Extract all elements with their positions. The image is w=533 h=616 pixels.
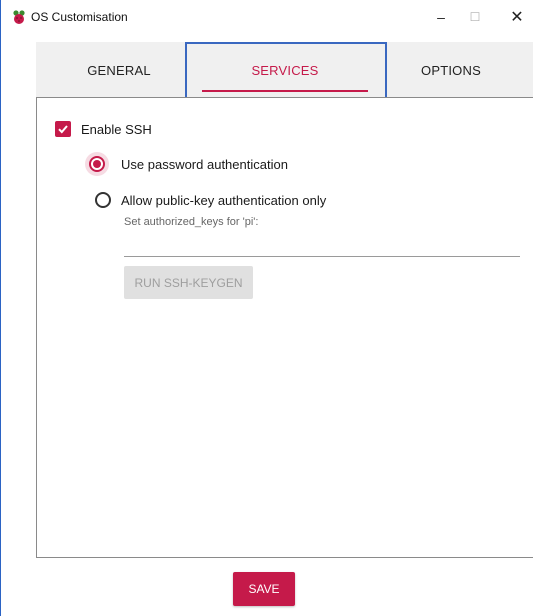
save-button[interactable]: SAVE [233, 572, 295, 606]
password-auth-radio[interactable] [89, 156, 105, 172]
enable-ssh-checkbox[interactable] [55, 121, 71, 137]
authorized-keys-field[interactable] [124, 236, 520, 257]
title-bar: OS Customisation – ☐ ✕ [1, 0, 533, 34]
close-button[interactable]: ✕ [497, 0, 533, 34]
authorized-keys-label: Set authorized_keys for 'pi': [124, 216, 259, 228]
password-auth-label: Use password authentication [121, 157, 288, 172]
os-customisation-window: OS Customisation – ☐ ✕ GENERAL SERVICES … [0, 0, 533, 616]
public-key-auth-label: Allow public-key authentication only [121, 193, 327, 208]
public-key-auth-radio[interactable] [95, 192, 111, 208]
window-title: OS Customisation [31, 10, 128, 24]
enable-ssh-label: Enable SSH [81, 122, 152, 137]
raspberry-pi-icon [13, 10, 25, 24]
tab-general[interactable]: GENERAL [36, 42, 202, 98]
check-icon [58, 125, 68, 134]
maximize-button[interactable]: ☐ [455, 0, 495, 34]
tab-focus-outline [185, 42, 387, 105]
tab-options[interactable]: OPTIONS [368, 42, 533, 98]
run-ssh-keygen-button[interactable]: RUN SSH-KEYGEN [124, 266, 253, 299]
